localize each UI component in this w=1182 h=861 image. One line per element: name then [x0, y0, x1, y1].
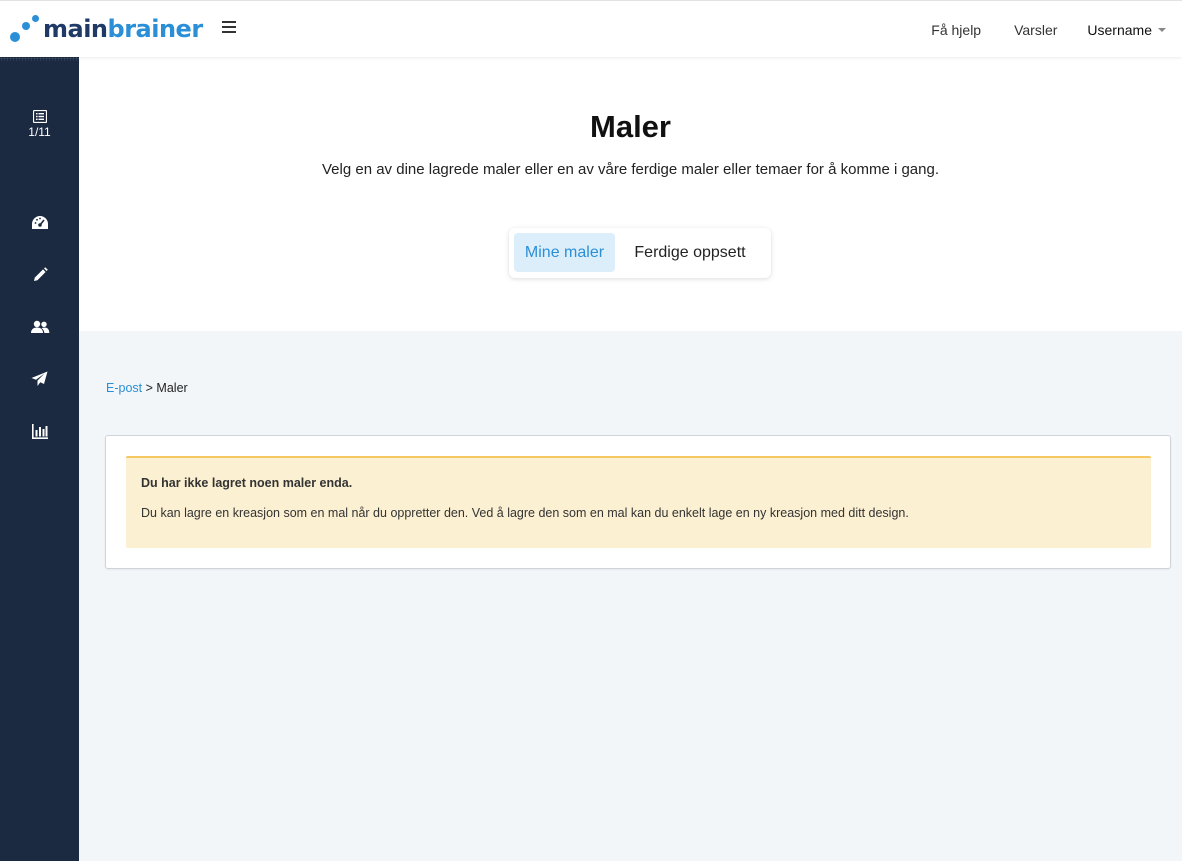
- page-subtitle: Velg en av dine lagrede maler eller en a…: [322, 161, 939, 178]
- paper-plane-icon: [31, 371, 48, 386]
- page-title: Maler: [590, 109, 671, 144]
- breadcrumb-link-email[interactable]: E-post: [106, 381, 142, 395]
- sidebar-item-contacts[interactable]: [0, 315, 79, 339]
- alerts-link[interactable]: Varsler: [1014, 22, 1057, 38]
- help-link[interactable]: Få hjelp: [931, 22, 981, 38]
- top-navbar: mainbrainer Få hjelp Varsler Username: [0, 0, 1182, 57]
- sidebar-item-reports[interactable]: [0, 419, 79, 443]
- username-label: Username: [1087, 21, 1152, 38]
- tab-ready-layouts[interactable]: Ferdige oppsett: [625, 233, 755, 272]
- sidebar-item-send[interactable]: [0, 367, 79, 391]
- breadcrumb-separator: >: [145, 381, 153, 395]
- counter-text: 1/11: [28, 125, 51, 139]
- templates-card: Du har ikke lagret noen maler enda. Du k…: [105, 435, 1171, 569]
- template-type-toggle: Mine maler Ferdige oppsett: [509, 228, 771, 278]
- sidebar-item-dashboard[interactable]: [0, 211, 79, 235]
- mainbrainer-logo[interactable]: mainbrainer: [10, 13, 203, 45]
- list-icon: [32, 110, 47, 123]
- sidebar: 1/11: [0, 57, 79, 861]
- users-icon: [30, 320, 49, 333]
- breadcrumb: E-post > Maler: [106, 381, 188, 395]
- top-nav-links: Få hjelp Varsler Username: [931, 1, 1166, 58]
- dashboard-icon: [31, 216, 48, 229]
- logo-dots-icon: [10, 13, 42, 45]
- sidebar-item-edit[interactable]: [0, 263, 79, 287]
- caret-down-icon: [1158, 27, 1166, 32]
- alert-text: Du kan lagre en kreasjon som en mal når …: [141, 506, 909, 520]
- alert-title: Du har ikke lagret noen maler enda.: [141, 476, 353, 490]
- sidebar-counter[interactable]: 1/11: [0, 110, 79, 139]
- tab-my-templates[interactable]: Mine maler: [514, 233, 615, 272]
- logo-text: mainbrainer: [43, 15, 203, 43]
- pencil-icon: [33, 267, 48, 281]
- user-menu[interactable]: Username: [1087, 22, 1166, 38]
- bar-chart-icon: [31, 423, 48, 439]
- hamburger-menu-icon[interactable]: [222, 21, 236, 33]
- empty-state-alert: Du har ikke lagret noen maler enda. Du k…: [126, 456, 1151, 548]
- page-header: Maler Velg en av dine lagrede maler elle…: [79, 57, 1182, 331]
- breadcrumb-current: Maler: [156, 381, 188, 395]
